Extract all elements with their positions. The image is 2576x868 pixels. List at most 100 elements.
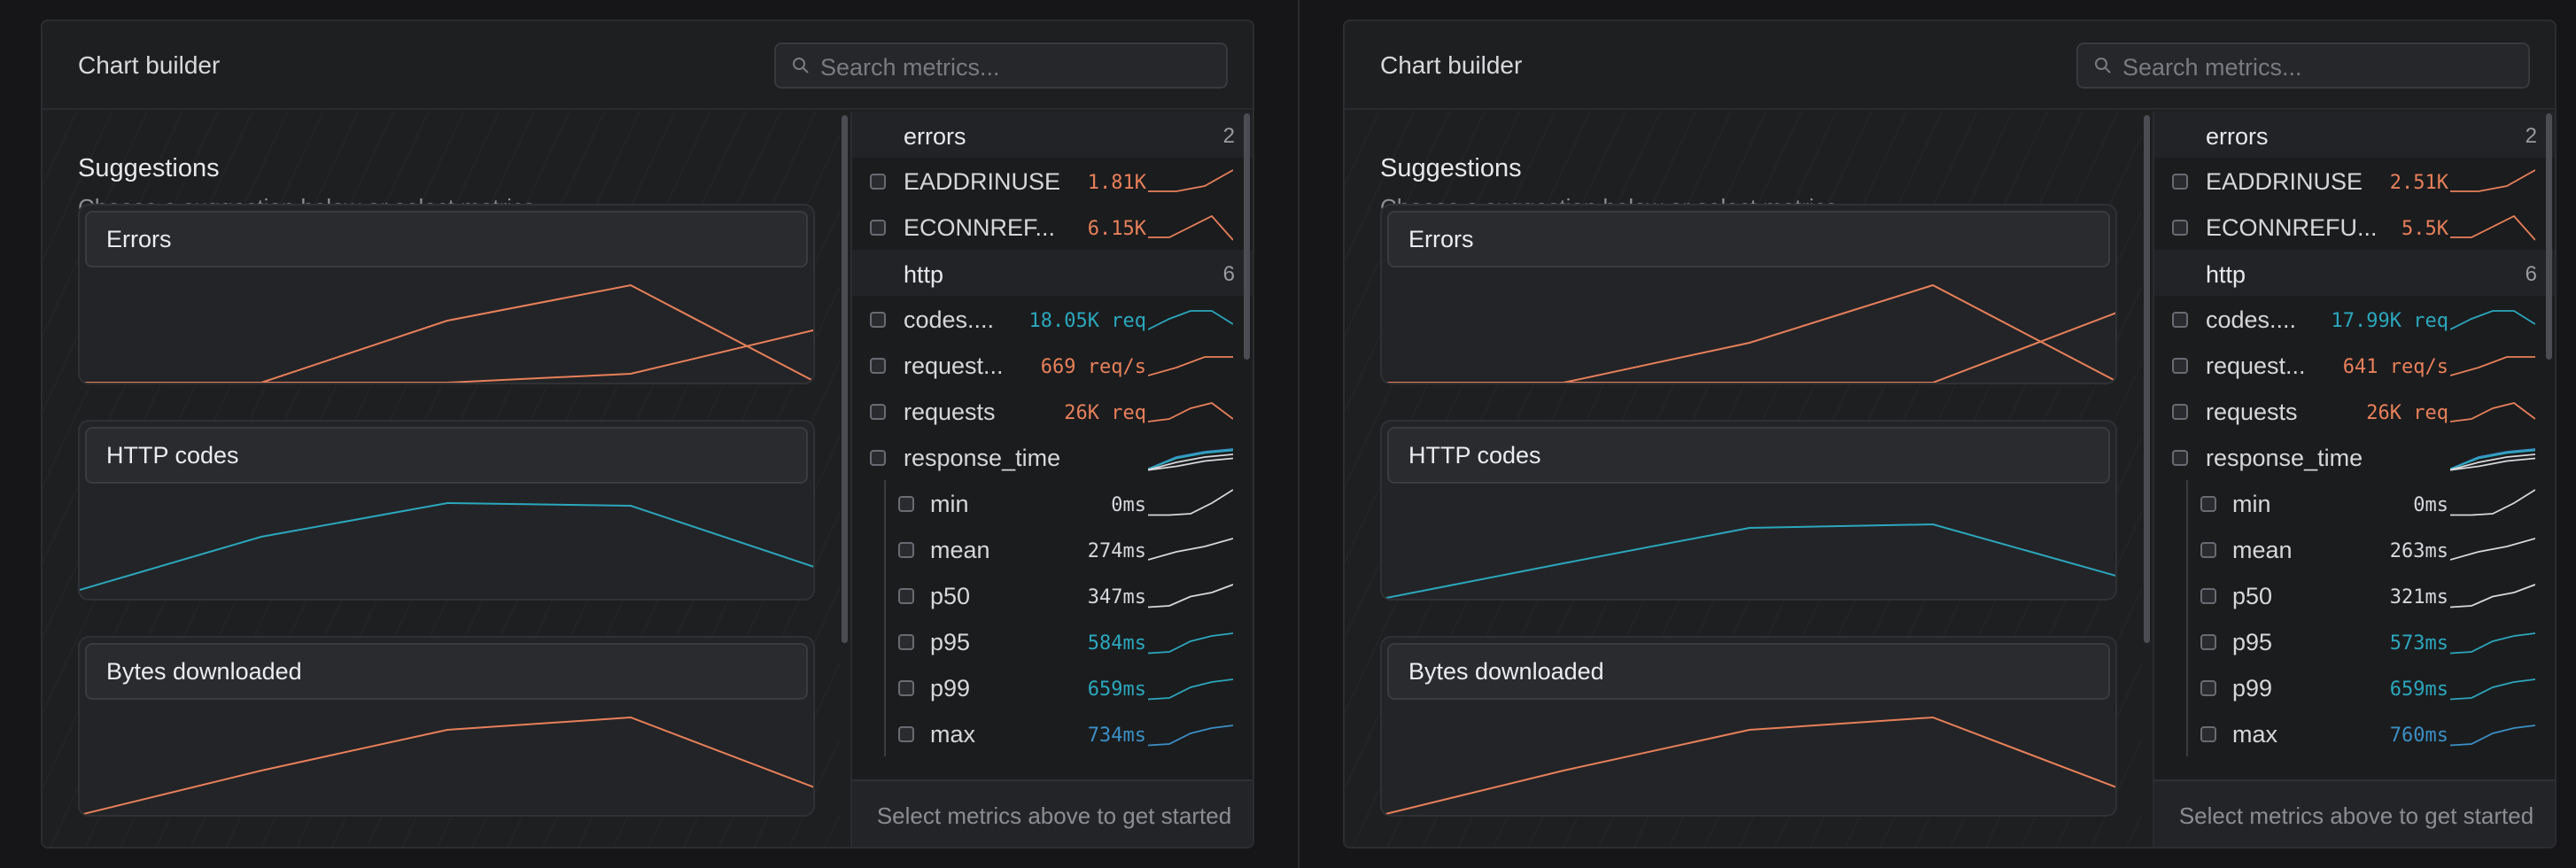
panel-title: Chart builder <box>1380 51 1523 79</box>
group-name: http <box>904 261 944 288</box>
metric-row[interactable]: mean 274ms <box>852 526 1253 572</box>
search-input[interactable]: Search metrics... <box>2076 43 2530 89</box>
suggestions-scrollbar[interactable] <box>842 115 848 643</box>
suggestion-card[interactable]: HTTP codes <box>1380 420 2117 601</box>
suggestion-card[interactable]: Errors <box>78 204 815 384</box>
metric-row[interactable]: min 0ms <box>2154 480 2555 526</box>
metric-row[interactable]: p95 573ms <box>2154 618 2555 664</box>
metric-row[interactable]: max 734ms <box>852 710 1253 756</box>
card-chart <box>80 501 813 591</box>
metric-checkbox[interactable] <box>2172 174 2188 190</box>
metric-group-errors[interactable]: errors 2 <box>2154 112 2555 158</box>
metric-row[interactable]: p50 347ms <box>852 572 1253 618</box>
sparkline <box>1148 402 1233 422</box>
metrics-scrollbar[interactable] <box>2546 113 2552 360</box>
metrics-scrollbar[interactable] <box>1244 113 1250 360</box>
metric-row[interactable]: codes.... 17.99K req <box>2154 296 2555 342</box>
metric-checkbox[interactable] <box>870 312 886 328</box>
tree-guide <box>884 480 886 526</box>
suggestion-card[interactable]: Errors <box>1380 204 2117 384</box>
metric-row[interactable]: min 0ms <box>852 480 1253 526</box>
metric-checkbox[interactable] <box>2172 450 2188 466</box>
metric-checkbox[interactable] <box>870 404 886 420</box>
card-chart <box>1382 716 2115 815</box>
metric-checkbox[interactable] <box>2200 542 2216 558</box>
metric-value: 274ms <box>1087 540 1146 562</box>
metric-group-http[interactable]: http 6 <box>852 250 1253 296</box>
metric-checkbox[interactable] <box>870 220 886 236</box>
metric-checkbox[interactable] <box>2172 312 2188 328</box>
metric-row[interactable]: ECONNREF... 6.15K <box>852 204 1253 250</box>
metrics-footer: Select metrics above to get started <box>2154 779 2555 847</box>
metric-name: min <box>2232 491 2271 517</box>
metric-row[interactable]: p99 659ms <box>2154 664 2555 710</box>
sparkline <box>2450 448 2535 471</box>
metric-row[interactable]: codes.... 18.05K req <box>852 296 1253 342</box>
metric-row[interactable]: EADDRINUSE 2.51K <box>2154 158 2555 204</box>
metric-group-http[interactable]: http 6 <box>2154 250 2555 296</box>
suggestion-card[interactable]: HTTP codes <box>78 420 815 601</box>
footer-hint: Select metrics above to get started <box>2178 802 2534 829</box>
tree-guide <box>2186 526 2188 572</box>
metric-checkbox[interactable] <box>898 634 914 650</box>
metric-checkbox[interactable] <box>870 358 886 374</box>
sparkline <box>2450 538 2535 561</box>
tree-guide <box>2186 664 2188 710</box>
metric-checkbox[interactable] <box>2200 726 2216 742</box>
metric-name: p50 <box>930 583 971 609</box>
metric-name: EADDRINUSE <box>904 168 1061 195</box>
metric-checkbox[interactable] <box>2172 404 2188 420</box>
metric-checkbox[interactable] <box>898 588 914 604</box>
metric-value: 6.15K <box>1087 218 1146 240</box>
metric-checkbox[interactable] <box>2200 496 2216 512</box>
metric-value: 584ms <box>1087 632 1146 655</box>
metric-checkbox[interactable] <box>898 542 914 558</box>
metric-row[interactable]: requests 26K req <box>2154 388 2555 434</box>
metric-row[interactable]: request... 669 req/s <box>852 342 1253 388</box>
metric-checkbox[interactable] <box>898 680 914 696</box>
suggestion-card[interactable]: Bytes downloaded <box>78 636 815 817</box>
metric-group-errors[interactable]: errors 2 <box>852 112 1253 158</box>
metric-name: p95 <box>930 629 971 655</box>
metric-checkbox[interactable] <box>2172 358 2188 374</box>
metric-row[interactable]: ECONNREFU... 5.5K <box>2154 204 2555 250</box>
sparkline <box>1148 678 1233 701</box>
sparkline <box>2450 356 2535 376</box>
sparkline <box>2450 584 2535 608</box>
metric-checkbox[interactable] <box>2200 634 2216 650</box>
metric-row[interactable]: requests 26K req <box>852 388 1253 434</box>
metric-row[interactable]: EADDRINUSE 1.81K <box>852 158 1253 204</box>
metric-name: response_time <box>904 445 1061 471</box>
metric-row[interactable]: p50 321ms <box>2154 572 2555 618</box>
group-count: 2 <box>2525 124 2537 148</box>
suggestion-card[interactable]: Bytes downloaded <box>1380 636 2117 817</box>
metric-checkbox[interactable] <box>2172 220 2188 236</box>
metric-row[interactable]: response_time <box>2154 434 2555 480</box>
metric-row[interactable]: response_time <box>852 434 1253 480</box>
chart-line <box>80 716 813 815</box>
metric-row[interactable]: p95 584ms <box>852 618 1253 664</box>
metric-name: codes.... <box>2206 306 2297 333</box>
metric-row[interactable]: mean 263ms <box>2154 526 2555 572</box>
metric-checkbox[interactable] <box>2200 588 2216 604</box>
search-input[interactable]: Search metrics... <box>774 43 1228 89</box>
metric-name: max <box>2232 721 2278 748</box>
suggestions-scrollbar[interactable] <box>2144 115 2150 643</box>
metric-name: requests <box>2206 399 2298 425</box>
metric-checkbox[interactable] <box>870 450 886 466</box>
metric-value: 18.05K req <box>1028 310 1146 332</box>
card-title: Bytes downloaded <box>85 643 808 700</box>
metric-checkbox[interactable] <box>898 496 914 512</box>
metric-checkbox[interactable] <box>870 174 886 190</box>
metric-checkbox[interactable] <box>2200 680 2216 696</box>
chart-line <box>80 329 813 383</box>
sparkline <box>1148 489 1233 516</box>
metric-checkbox[interactable] <box>898 726 914 742</box>
metric-row[interactable]: request... 641 req/s <box>2154 342 2555 388</box>
group-name: errors <box>904 123 966 150</box>
metric-row[interactable]: max 760ms <box>2154 710 2555 756</box>
group-count: 2 <box>1222 124 1235 148</box>
metric-row[interactable]: p99 659ms <box>852 664 1253 710</box>
metric-value: 1.81K <box>1087 172 1146 194</box>
metric-value: 5.5K <box>2401 218 2448 240</box>
